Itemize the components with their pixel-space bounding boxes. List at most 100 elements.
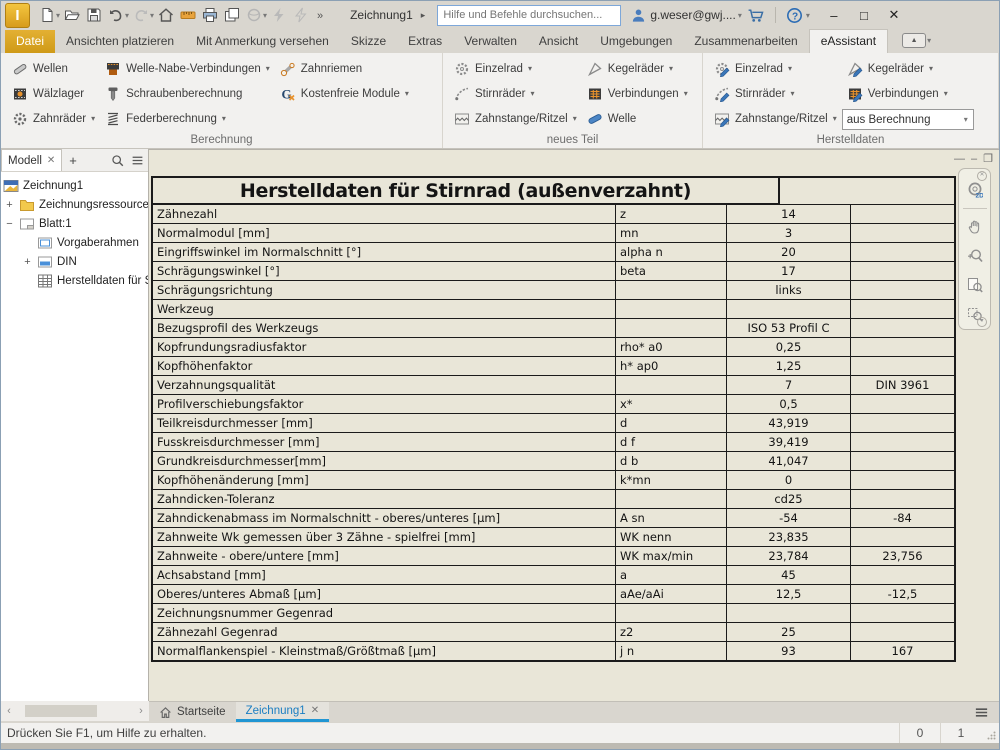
model-tab[interactable]: Modell ✕ (1, 149, 62, 171)
scrollbar-track[interactable] (17, 705, 133, 717)
dropdown-caret-icon: ▾ (91, 114, 95, 123)
tree-item-zeichnungsressourcen[interactable]: +Zeichnungsressourcen (1, 195, 148, 214)
title-expand-icon[interactable]: ▸ (421, 10, 426, 21)
tree-item-zeichnung1[interactable]: Zeichnung1 (1, 176, 148, 195)
minimize-button[interactable]: – (819, 2, 849, 28)
bolt-icon[interactable] (268, 4, 290, 26)
pan-hand-icon[interactable] (964, 216, 986, 238)
store-cart-icon[interactable] (745, 4, 767, 26)
ribbon-tab-datei[interactable]: Datei (5, 30, 55, 53)
neues-teil-stirnräder-button[interactable]: Stirnräder▾ (449, 81, 582, 106)
material-icon[interactable] (243, 4, 265, 26)
neues-teil-einzelrad-button[interactable]: Einzelrad▾ (449, 56, 582, 81)
drawing-canvas[interactable]: — – ❐ Herstelldaten für Stirnrad (außenv… (149, 149, 999, 701)
ribbon-tab-ansichten-platzieren[interactable]: Ansichten platzieren (55, 30, 185, 53)
herstelldaten-table[interactable]: Herstelldaten für Stirnrad (außenverzahn… (151, 176, 956, 662)
maximize-button[interactable]: □ (849, 2, 879, 28)
scroll-right-icon[interactable]: › (133, 705, 149, 717)
doc-restore-icon[interactable]: ❐ (983, 152, 993, 165)
help-icon[interactable]: ? (784, 4, 806, 26)
herstelldaten-zahnstange-ritzel-button[interactable]: Zahnstange/Ritzel▾ (709, 106, 842, 131)
dropdown-caret-icon: ▾ (929, 64, 933, 73)
tree-expander[interactable]: + (3, 199, 16, 211)
ribbon-tab-ansicht[interactable]: Ansicht (528, 30, 589, 53)
tree-item-blatt-1[interactable]: −Blatt:1 (1, 214, 148, 233)
neues-teil-verbindungen-button[interactable]: Verbindungen▾ (582, 81, 693, 106)
item-label: Einzelrad (735, 63, 783, 75)
neues-teil-zahnstange-ritzel-button[interactable]: Zahnstange/Ritzel▾ (449, 106, 582, 131)
undo-icon[interactable] (105, 4, 127, 26)
ribbon-tab-eassistant[interactable]: eAssistant (809, 29, 888, 53)
chevrons-icon[interactable]: » (312, 4, 334, 26)
measure-icon[interactable] (177, 4, 199, 26)
tree-expander[interactable]: + (21, 256, 34, 268)
redo-icon[interactable] (130, 4, 152, 26)
berechnung-schraubenberechnung-button[interactable]: Schraubenberechnung (100, 81, 275, 106)
resize-grip[interactable] (981, 723, 999, 743)
berechnung-wälzlager-button[interactable]: Wälzlager (7, 81, 100, 106)
berechnung-welle-nabe-verbindungen-button[interactable]: Welle-Nabe-Verbindungen▾ (100, 56, 275, 81)
steering-wheel-2d-icon[interactable]: 2D (964, 179, 986, 201)
help-caret-icon[interactable]: ▾ (806, 11, 810, 20)
herstelldaten-verbindungen-button[interactable]: Verbindungen▾ (842, 81, 974, 106)
navbar-close-icon[interactable]: ✕ (977, 171, 987, 181)
tree-expander[interactable]: − (3, 218, 16, 230)
herstelldaten-source-combo[interactable]: aus Berechnung▾ (842, 109, 974, 130)
ribbon-tab-extras[interactable]: Extras (397, 30, 453, 53)
berechnung-zahnräder-button[interactable]: Zahnräder ▾ (7, 106, 100, 131)
browser-menu-icon[interactable] (128, 151, 146, 169)
ribbon-tab-zusammenarbeiten[interactable]: Zusammenarbeiten (683, 30, 808, 53)
close-button[interactable]: ✕ (879, 2, 909, 28)
ribbon-tab-mit-anmerkung-versehen[interactable]: Mit Anmerkung versehen (185, 30, 340, 53)
inventor-logo-icon[interactable]: I (5, 3, 30, 28)
cell-value: 0,5 (727, 395, 851, 413)
berechnung-wellen-button[interactable]: Wellen (7, 56, 100, 81)
tree-item-vorgaberahmen[interactable]: Vorgaberahmen (1, 233, 148, 252)
browser-search-icon[interactable] (108, 151, 126, 169)
save-icon[interactable] (83, 4, 105, 26)
herstelldaten-kegelräder-button[interactable]: Kegelräder▾ (842, 56, 974, 81)
tab-zeichnung1[interactable]: Zeichnung1 ✕ (236, 702, 330, 722)
browser-horizontal-scrollbar[interactable]: ‹ › (1, 701, 149, 721)
open-icon[interactable] (61, 4, 83, 26)
navbar-options-icon[interactable]: ▾ (977, 317, 987, 327)
berechnung-zahnriemen-button[interactable]: Zahnriemen (275, 56, 414, 81)
home-icon[interactable] (155, 4, 177, 26)
scrollbar-thumb[interactable] (25, 705, 97, 717)
neues-teil-welle-button[interactable]: Welle (582, 106, 693, 131)
tab-list-menu-icon[interactable] (964, 702, 999, 722)
status-field-0: 0 (899, 723, 940, 743)
herstelldaten-stirnräder-button[interactable]: Stirnräder▾ (709, 81, 842, 106)
cell-value: 39,419 (727, 433, 851, 451)
ribbon-tab-umgebungen[interactable]: Umgebungen (589, 30, 683, 53)
ribbon-tab-skizze[interactable]: Skizze (340, 30, 397, 53)
search-input[interactable] (437, 5, 621, 26)
tree-item-din[interactable]: +DIN (1, 252, 148, 271)
doc-minimize-icon[interactable]: — (954, 153, 965, 165)
berechnung-federberechnung-button[interactable]: Federberechnung▾ (100, 106, 275, 131)
print-icon[interactable] (199, 4, 221, 26)
copy-view-icon[interactable] (221, 4, 243, 26)
zoom-window-icon[interactable] (964, 274, 986, 296)
neues-teil-kegelräder-button[interactable]: Kegelräder▾ (582, 56, 693, 81)
bolt2-icon[interactable] (290, 4, 312, 26)
ribbon-tab-verwalten[interactable]: Verwalten (453, 30, 528, 53)
add-browser-tab-button[interactable]: + (62, 153, 84, 168)
item-label: Zahnräder (33, 113, 86, 125)
new-file-icon[interactable] (36, 4, 58, 26)
belt-icon (280, 61, 296, 77)
zoom-icon[interactable] (964, 245, 986, 267)
tree-item-herstelldaten-für-s[interactable]: Herstelldaten für S (1, 271, 148, 290)
tab-close-icon[interactable]: ✕ (311, 705, 319, 716)
scroll-left-icon[interactable]: ‹ (1, 705, 17, 717)
doc-minimize2-icon[interactable]: – (971, 153, 977, 165)
herstelldaten-einzelrad-button[interactable]: Einzelrad▾ (709, 56, 842, 81)
user-account-menu[interactable]: g.weser@gwj.... ▾ (631, 8, 743, 23)
tab-startseite[interactable]: Startseite (149, 702, 236, 722)
berechnung-kostenfreie-module-button[interactable]: GKostenfreie Module▾ (275, 81, 414, 106)
cell-value: 41,047 (727, 452, 851, 470)
cell-description: Bezugsprofil des Werkzeugs (153, 319, 616, 337)
rack-icon (454, 111, 470, 127)
model-tab-close-icon[interactable]: ✕ (47, 155, 55, 166)
ribbon-collapse-control[interactable]: ▲ ▾ (902, 33, 932, 53)
